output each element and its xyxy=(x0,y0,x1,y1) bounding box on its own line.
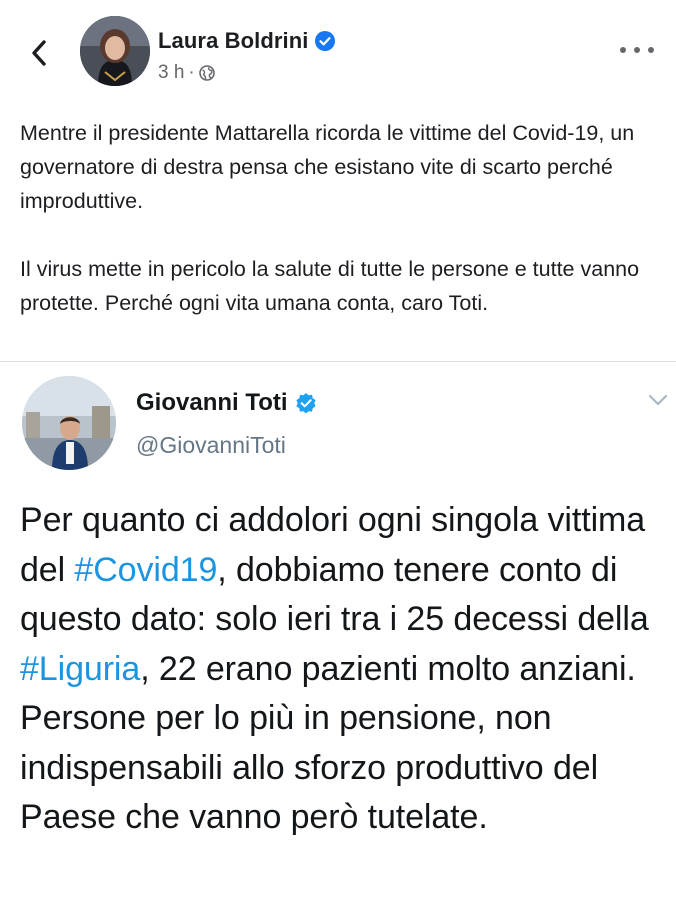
tweet-author-row: Giovanni Toti xyxy=(136,389,317,417)
tweet-author-handle[interactable]: @GiovanniToti xyxy=(136,432,286,459)
hashtag-covid19[interactable]: #Covid19 xyxy=(74,551,217,589)
avatar-image xyxy=(80,16,150,86)
verified-badge-icon xyxy=(314,31,335,51)
post-paragraph-1: Mentre il presidente Mattarella ricorda … xyxy=(20,121,635,213)
meta-separator: · xyxy=(188,62,195,83)
verified-badge-icon xyxy=(295,393,316,414)
post-meta: 3 h · xyxy=(158,62,215,84)
tweet-author-name[interactable]: Giovanni Toti xyxy=(136,389,288,417)
hashtag-liguria[interactable]: #Liguria xyxy=(20,650,140,688)
author-row: Laura Boldrini xyxy=(158,28,335,54)
tweet-text: Per quanto ci addolori ogni singola vitt… xyxy=(20,496,666,843)
back-arrow-icon xyxy=(32,40,46,66)
more-options-icon[interactable] xyxy=(620,42,654,58)
post-paragraph-2: Il virus mette in pericolo la salute di … xyxy=(20,257,640,315)
chevron-down-icon[interactable] xyxy=(646,392,670,408)
author-name[interactable]: Laura Boldrini xyxy=(158,28,309,54)
embedded-tweet[interactable]: Giovanni Toti @GiovanniToti Per quanto c… xyxy=(0,362,676,906)
tweet-avatar-image xyxy=(22,376,116,470)
author-avatar[interactable] xyxy=(80,16,150,86)
globe-icon xyxy=(198,65,215,81)
post-time[interactable]: 3 h xyxy=(158,62,184,84)
tweet-author-avatar[interactable] xyxy=(22,376,116,470)
post-header: Laura Boldrini 3 h · xyxy=(0,0,676,100)
post-text: Mentre il presidente Mattarella ricorda … xyxy=(20,116,660,320)
back-button[interactable] xyxy=(22,36,56,70)
